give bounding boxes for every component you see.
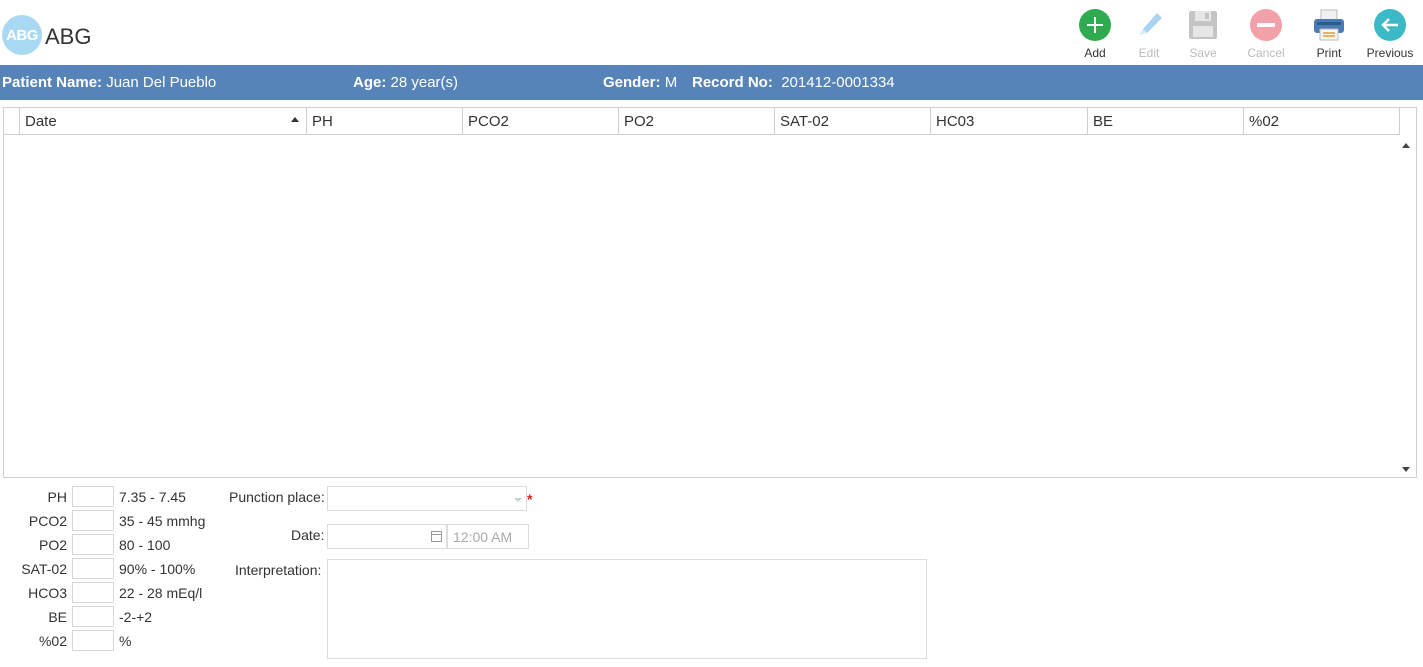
save-button[interactable]: Save xyxy=(1173,8,1233,60)
previous-icon xyxy=(1373,8,1407,42)
column-header-date[interactable]: Date xyxy=(19,108,306,134)
ref-row-o2-percent: %02 xyxy=(0,630,67,652)
cancel-icon xyxy=(1249,8,1283,42)
print-button[interactable]: Print xyxy=(1299,8,1359,60)
print-icon xyxy=(1312,8,1346,42)
ref-row-hco3: HCO3 xyxy=(0,582,67,604)
edit-icon xyxy=(1132,8,1166,42)
interpretation-label: Interpretation: xyxy=(235,562,322,578)
po2-input[interactable] xyxy=(72,534,114,555)
patient-info-bar: Patient Name: Juan Del Pueblo Age: 28 ye… xyxy=(0,65,1423,100)
punction-place-select[interactable] xyxy=(327,486,527,511)
ref-label-hco3: HCO3 xyxy=(28,585,67,601)
column-header-pco2[interactable]: PCO2 xyxy=(462,108,618,134)
o2-percent-unit: % xyxy=(119,633,132,649)
ph-input[interactable] xyxy=(72,486,114,507)
previous-button[interactable]: Previous xyxy=(1360,8,1420,60)
calendar-icon[interactable] xyxy=(431,531,442,542)
scroll-down-icon[interactable] xyxy=(1402,467,1410,472)
patient-name: Patient Name: Juan Del Pueblo xyxy=(2,74,217,91)
sort-ascending-icon xyxy=(291,117,299,122)
chevron-down-icon xyxy=(514,498,522,502)
app-logo: ABG xyxy=(2,15,42,55)
cancel-label: Cancel xyxy=(1247,46,1285,60)
column-header-be[interactable]: BE xyxy=(1087,108,1243,134)
o2-percent-input[interactable] xyxy=(72,630,114,651)
sat02-input[interactable] xyxy=(72,558,114,579)
hco3-range: 22 - 28 mEq/l xyxy=(119,585,203,601)
punction-place-label: Punction place: xyxy=(229,489,325,505)
be-range: -2-+2 xyxy=(119,609,153,625)
ref-row-pco2: PCO2 xyxy=(0,510,67,532)
ref-label-o2-percent: %02 xyxy=(38,633,67,649)
hco3-input[interactable] xyxy=(72,582,114,603)
ref-row-po2: PO2 xyxy=(0,534,67,556)
save-icon xyxy=(1186,8,1220,42)
edit-label: Edit xyxy=(1138,46,1160,60)
ref-label-ph: PH xyxy=(47,489,67,505)
sat02-range: 90% - 100% xyxy=(119,561,196,577)
grid-scrollbar[interactable] xyxy=(1399,135,1416,477)
column-header-sat02[interactable]: SAT-02 xyxy=(774,108,930,134)
interpretation-textarea[interactable] xyxy=(327,559,927,659)
ref-label-sat02: SAT-02 xyxy=(21,561,67,577)
ph-range: 7.35 - 7.45 xyxy=(119,489,186,505)
ref-label-be: BE xyxy=(48,609,67,625)
ref-row-be: BE xyxy=(0,606,67,628)
print-label: Print xyxy=(1316,46,1342,60)
add-icon xyxy=(1078,8,1112,42)
column-header-o2-percent[interactable]: %02 xyxy=(1243,108,1400,134)
column-header-ph[interactable]: PH xyxy=(306,108,462,134)
page-title: ABG xyxy=(45,24,92,49)
record-number: Record No: 201412-0001334 xyxy=(692,74,895,91)
cancel-button[interactable]: Cancel xyxy=(1236,8,1296,60)
add-button[interactable]: Add xyxy=(1065,8,1125,60)
be-input[interactable] xyxy=(72,606,114,627)
ref-row-ph: PH xyxy=(0,486,67,508)
ref-label-po2: PO2 xyxy=(38,537,67,553)
patient-age: Age: 28 year(s) xyxy=(353,74,459,91)
time-input[interactable]: 12:00 AM xyxy=(447,524,529,549)
date-label: Date: xyxy=(291,527,325,543)
po2-range: 80 - 100 xyxy=(119,537,171,553)
scroll-up-icon[interactable] xyxy=(1402,143,1410,148)
column-header-po2[interactable]: PO2 xyxy=(618,108,774,134)
column-header-hc03[interactable]: HC03 xyxy=(930,108,1087,134)
ref-label-pco2: PCO2 xyxy=(28,513,67,529)
abg-results-grid[interactable]: Date PH PCO2 PO2 SAT-02 HC03 BE %02 xyxy=(3,107,1417,478)
required-indicator: * xyxy=(527,491,533,507)
save-label: Save xyxy=(1189,46,1217,60)
patient-gender: Gender: M xyxy=(603,74,678,91)
ref-row-sat02: SAT-02 xyxy=(0,558,67,580)
previous-label: Previous xyxy=(1366,46,1414,60)
pco2-input[interactable] xyxy=(72,510,114,531)
edit-button[interactable]: Edit xyxy=(1119,8,1179,60)
pco2-range: 35 - 45 mmhg xyxy=(119,513,206,529)
add-label: Add xyxy=(1084,46,1106,60)
grid-header: Date PH PCO2 PO2 SAT-02 HC03 BE %02 xyxy=(4,108,1400,135)
date-input[interactable] xyxy=(327,524,447,549)
